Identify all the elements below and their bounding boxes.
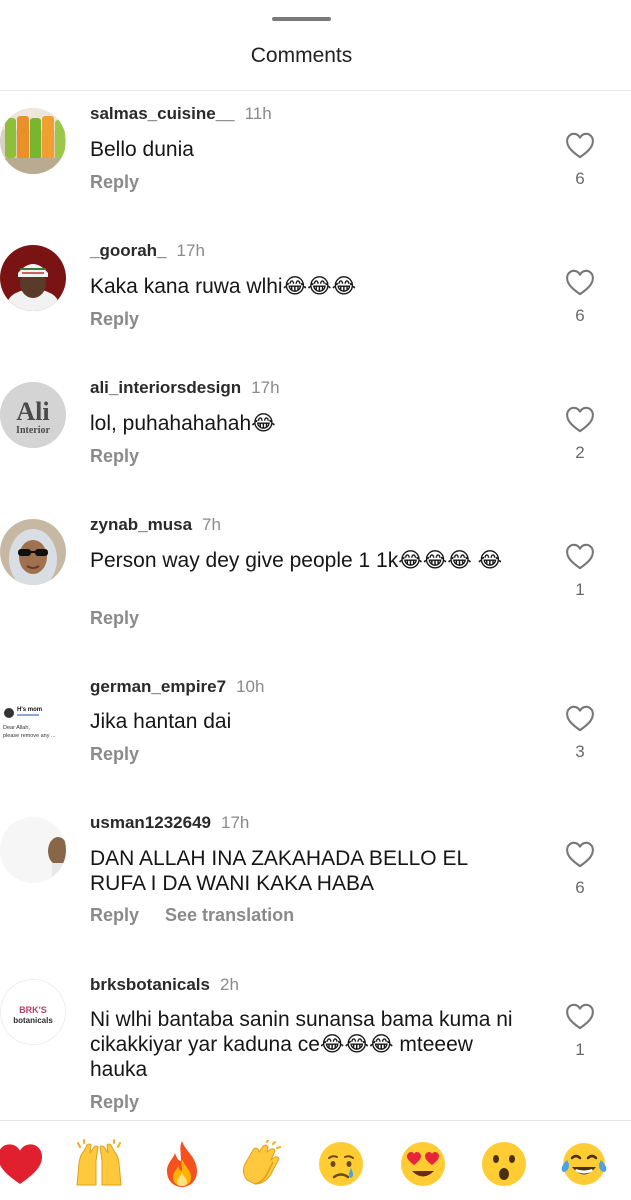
like-count: 1 <box>575 1040 585 1059</box>
avatar[interactable] <box>0 817 66 883</box>
avatar-logo-text: Ali <box>16 397 49 426</box>
username[interactable]: ali_interiorsdesign <box>90 378 241 397</box>
comment-text: Ni wlhi bantaba sanin sunansa bama kuma … <box>90 1008 513 1081</box>
avatar[interactable] <box>0 245 66 311</box>
comment-meta: brksbotanicals 2h <box>90 975 239 995</box>
reply-button[interactable]: Reply <box>90 1092 139 1112</box>
avatar-thumb-line2: please remove any ... <box>3 733 56 739</box>
heart-outline-icon[interactable] <box>565 132 595 159</box>
comment-actions: Reply <box>90 608 139 629</box>
like-count: 6 <box>575 878 585 897</box>
reply-button[interactable]: Reply <box>90 309 139 329</box>
avatar-thumb-name: H's mom <box>17 707 42 713</box>
heart-eyes-emoji[interactable] <box>397 1138 449 1190</box>
avatar[interactable]: H's mom Dear Allah, please remove any ..… <box>0 681 66 747</box>
avatar[interactable] <box>0 108 66 174</box>
comment-actions: Reply <box>90 446 139 467</box>
reply-button[interactable]: Reply <box>90 905 139 925</box>
avatar-logo-line2: botanicals <box>13 1016 53 1025</box>
comment-actions: Reply <box>90 1092 139 1113</box>
heart-outline-icon[interactable] <box>565 1003 595 1030</box>
like-control[interactable]: 6 <box>562 132 598 189</box>
avatar[interactable] <box>0 519 66 585</box>
quick-emoji-bar <box>0 1138 631 1194</box>
heart-outline-icon[interactable] <box>565 543 595 570</box>
tears-of-joy-emoji[interactable] <box>558 1138 610 1190</box>
username[interactable]: salmas_cuisine__ <box>90 104 235 123</box>
username[interactable]: zynab_musa <box>90 515 192 534</box>
like-control[interactable]: 1 <box>562 1003 598 1060</box>
comment-meta: german_empire7 10h <box>90 677 264 697</box>
comment-meta: usman1232649 17h <box>90 813 249 833</box>
reply-button[interactable]: Reply <box>90 172 139 192</box>
avatar-logo-line1: BRK'S <box>19 1005 47 1015</box>
timestamp: 2h <box>220 975 239 994</box>
timestamp: 17h <box>176 241 205 260</box>
reply-button[interactable]: Reply <box>90 744 139 764</box>
like-count: 6 <box>575 169 585 188</box>
reply-button[interactable]: Reply <box>90 446 139 466</box>
heart-outline-icon[interactable] <box>565 705 595 732</box>
fire-emoji[interactable] <box>156 1138 208 1190</box>
comment-meta: zynab_musa 7h <box>90 515 221 535</box>
comment-text: Jika hantan dai <box>90 710 232 733</box>
heart-outline-icon[interactable] <box>565 841 595 868</box>
avatar-logo-subtext: Interior <box>16 425 50 436</box>
comment-actions: Reply <box>90 172 139 193</box>
avatar-thumb-line1: Dear Allah, <box>3 725 30 731</box>
username[interactable]: usman1232649 <box>90 813 211 832</box>
comment-meta: ali_interiorsdesign 17h <box>90 378 280 398</box>
like-control[interactable]: 3 <box>562 705 598 762</box>
red-heart-emoji[interactable] <box>0 1138 46 1190</box>
like-count: 1 <box>575 580 585 599</box>
heart-outline-icon[interactable] <box>565 269 595 296</box>
avatar[interactable]: Ali Interior <box>0 382 66 448</box>
like-count: 2 <box>575 443 585 462</box>
drag-handle[interactable] <box>272 17 331 21</box>
like-control[interactable]: 1 <box>562 543 598 600</box>
like-control[interactable]: 6 <box>562 269 598 326</box>
avatar[interactable]: BRK'S botanicals <box>0 979 66 1045</box>
crying-face-emoji[interactable] <box>315 1138 367 1190</box>
timestamp: 17h <box>220 813 250 832</box>
surprised-face-emoji[interactable] <box>478 1138 530 1190</box>
username[interactable]: brksbotanicals <box>90 975 210 994</box>
timestamp: 11h <box>244 104 272 123</box>
comment-text: lol, puhahahahah😂 <box>90 412 276 435</box>
like-control[interactable]: 2 <box>562 406 598 463</box>
comment-actions: Reply <box>90 744 139 765</box>
timestamp: 7h <box>202 515 221 534</box>
comment-text: Bello dunia <box>90 138 194 161</box>
username[interactable]: _goorah_ <box>90 241 167 260</box>
reply-button[interactable]: Reply <box>90 608 139 628</box>
comment-actions: Reply See translation <box>90 905 294 926</box>
comment-text: Kaka kana ruwa wlhi😂😂😂 <box>90 275 357 298</box>
comment-text: DAN ALLAH INA ZAKAHADA BELLO EL RUFA I D… <box>90 847 468 895</box>
sheet-title: Comments <box>250 44 353 67</box>
raising-hands-emoji[interactable] <box>73 1138 125 1190</box>
comment-meta: _goorah_ 17h <box>90 241 205 261</box>
like-control[interactable]: 6 <box>562 841 598 898</box>
comment-meta: salmas_cuisine__ 11h <box>90 104 272 124</box>
like-count: 3 <box>575 742 585 761</box>
heart-outline-icon[interactable] <box>565 406 595 433</box>
footer-divider <box>0 1120 631 1121</box>
username[interactable]: german_empire7 <box>90 677 226 696</box>
like-count: 6 <box>575 306 585 325</box>
timestamp: 17h <box>251 378 280 397</box>
comments-sheet: Comments salmas_cuisine__ 11h Bello dunia… <box>0 0 631 1200</box>
clapping-hands-emoji[interactable] <box>235 1138 287 1190</box>
comment-text: Person way dey give people 1 1k😂😂😂 😂 <box>90 549 503 572</box>
timestamp: 10h <box>236 677 265 696</box>
see-translation-button[interactable]: See translation <box>165 905 294 925</box>
header-divider <box>0 90 631 91</box>
comment-actions: Reply <box>90 309 139 330</box>
